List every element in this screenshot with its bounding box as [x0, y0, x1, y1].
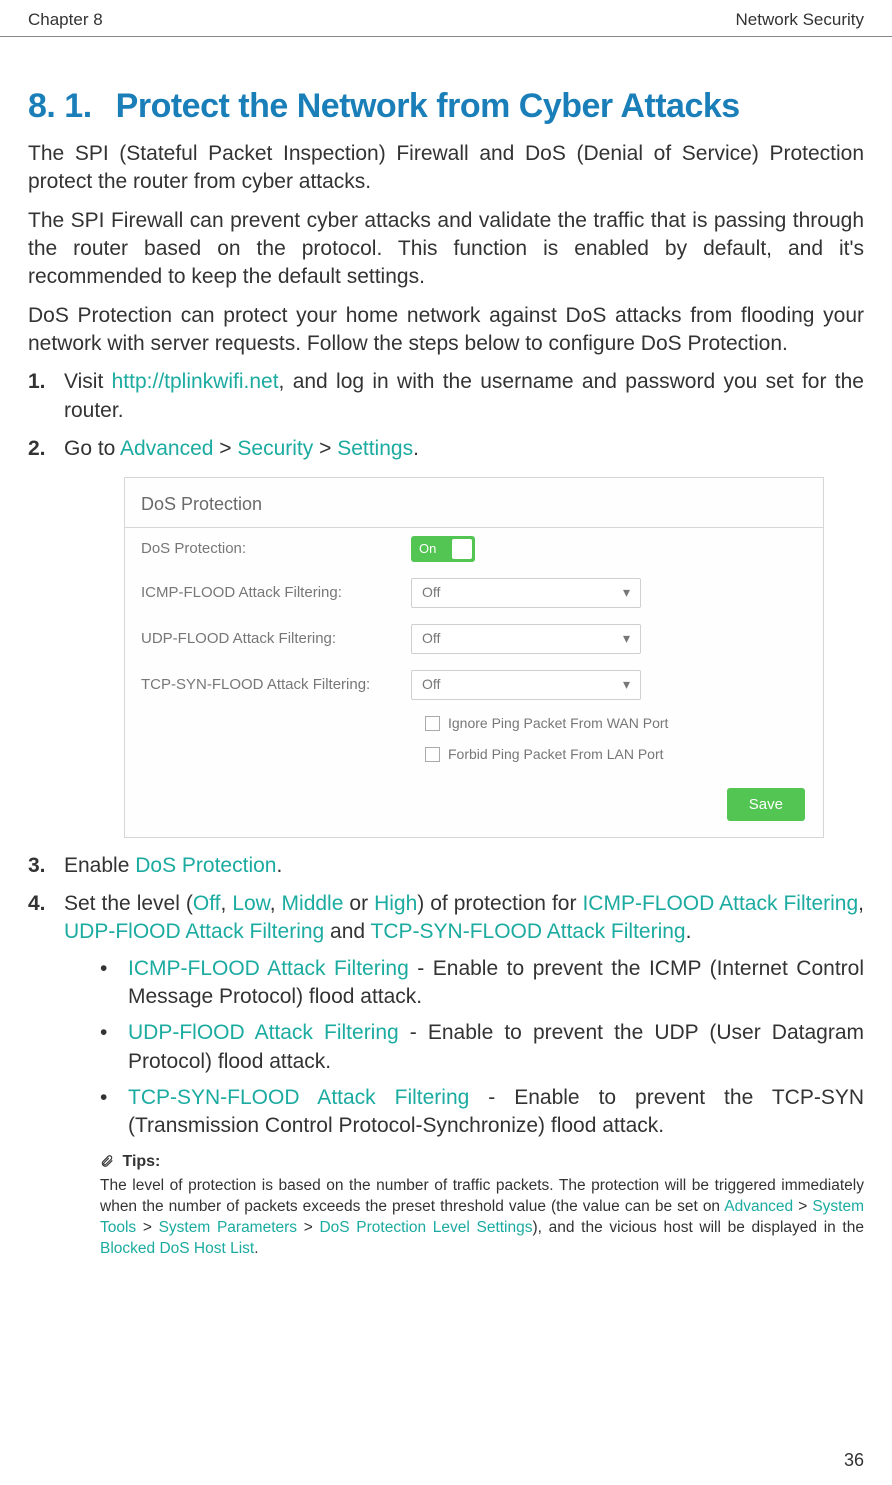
keyword: TCP-SYN-FLOOD Attack Filtering — [371, 920, 686, 943]
step-item: 3. Enable DoS Protection. — [28, 852, 864, 880]
setting-row-udp: UDP-FLOOD Attack Filtering: Off ▾ — [125, 616, 823, 662]
bullet-list: ICMP-FLOOD Attack Filtering - Enable to … — [100, 955, 864, 1141]
step-number: 3. — [28, 852, 46, 880]
header-title: Network Security — [736, 10, 864, 30]
keyword: High — [374, 892, 417, 915]
keyword: ICMP-FLOOD Attack Filtering — [582, 892, 858, 915]
chevron-down-icon: ▾ — [623, 675, 630, 694]
page-content: 8. 1. Protect the Network from Cyber Atta… — [0, 37, 892, 1260]
udp-select[interactable]: Off ▾ — [411, 624, 641, 654]
checkbox-row-wan: Ignore Ping Packet From WAN Port — [125, 708, 823, 739]
list-item: ICMP-FLOOD Attack Filtering - Enable to … — [100, 955, 864, 1012]
select-value: Off — [422, 675, 440, 694]
keyword: Middle — [282, 892, 344, 915]
checkbox-row-lan: Forbid Ping Packet From LAN Port — [125, 739, 823, 770]
tips-block: Tips: The level of protection is based o… — [100, 1151, 864, 1260]
section-heading: 8. 1. Protect the Network from Cyber Atta… — [28, 87, 864, 126]
step-item: 4. Set the level (Off, Low, Middle or Hi… — [28, 890, 864, 1260]
step-number: 1. — [28, 368, 46, 396]
section-title: Protect the Network from Cyber Attacks — [116, 87, 740, 125]
chapter-label: Chapter 8 — [28, 10, 103, 30]
section-number: 8. 1. — [28, 87, 92, 125]
dos-toggle[interactable]: On — [411, 536, 475, 562]
setting-label: DoS Protection: — [141, 539, 411, 559]
nav-keyword: Security — [237, 437, 313, 460]
step-text: Go to — [64, 437, 120, 460]
keyword: UDP-FlOOD Attack Filtering — [128, 1021, 399, 1044]
page-number: 36 — [844, 1450, 864, 1471]
panel-title: DoS Protection — [125, 478, 823, 527]
save-row: Save — [125, 770, 823, 837]
url-link[interactable]: http://tplinkwifi.net — [112, 370, 279, 393]
setting-row-icmp: ICMP-FLOOD Attack Filtering: Off ▾ — [125, 570, 823, 616]
setting-row-tcp: TCP-SYN-FLOOD Attack Filtering: Off ▾ — [125, 662, 823, 708]
dos-protection-panel: DoS Protection DoS Protection: On ICMP-F… — [124, 477, 824, 837]
tips-text: The level of protection is based on the … — [100, 1176, 864, 1260]
step-text: Enable — [64, 854, 135, 877]
keyword: TCP-SYN-FLOOD Attack Filtering — [128, 1086, 469, 1109]
nav-keyword: Advanced — [120, 437, 213, 460]
tcp-select[interactable]: Off ▾ — [411, 670, 641, 700]
page-header: Chapter 8 Network Security — [0, 0, 892, 37]
keyword: Advanced — [724, 1198, 793, 1215]
tips-label-text: Tips: — [122, 1153, 160, 1170]
setting-label: UDP-FLOOD Attack Filtering: — [141, 629, 411, 649]
keyword: DoS Protection — [135, 854, 276, 877]
setting-label: TCP-SYN-FLOOD Attack Filtering: — [141, 675, 411, 695]
paperclip-icon — [100, 1154, 114, 1168]
step-number: 4. — [28, 890, 46, 918]
keyword: System Parameters — [159, 1219, 297, 1236]
keyword: UDP-FlOOD Attack Filtering — [64, 920, 324, 943]
checkbox-label: Forbid Ping Packet From LAN Port — [448, 745, 664, 764]
step-text: Visit — [64, 370, 112, 393]
paragraph: The SPI Firewall can prevent cyber attac… — [28, 207, 864, 292]
nav-keyword: Settings — [337, 437, 413, 460]
steps-list: 1. Visit http://tplinkwifi.net, and log … — [28, 368, 864, 1259]
keyword: DoS Protection Level Settings — [319, 1219, 532, 1236]
select-value: Off — [422, 629, 440, 648]
save-button[interactable]: Save — [727, 788, 805, 821]
wan-checkbox[interactable] — [425, 716, 440, 731]
chevron-down-icon: ▾ — [623, 583, 630, 602]
list-item: TCP-SYN-FLOOD Attack Filtering - Enable … — [100, 1084, 864, 1141]
setting-row-dos: DoS Protection: On — [125, 528, 823, 570]
keyword: Low — [232, 892, 269, 915]
checkbox-label: Ignore Ping Packet From WAN Port — [448, 714, 668, 733]
icmp-select[interactable]: Off ▾ — [411, 578, 641, 608]
chevron-down-icon: ▾ — [623, 629, 630, 648]
paragraph: DoS Protection can protect your home net… — [28, 302, 864, 359]
keyword: Off — [193, 892, 221, 915]
lan-checkbox[interactable] — [425, 747, 440, 762]
tips-label: Tips: — [100, 1151, 864, 1173]
step-item: 2. Go to Advanced > Security > Settings.… — [28, 435, 864, 837]
list-item: UDP-FlOOD Attack Filtering - Enable to p… — [100, 1019, 864, 1076]
setting-label: ICMP-FLOOD Attack Filtering: — [141, 583, 411, 603]
keyword: Blocked DoS Host List — [100, 1240, 254, 1257]
step-number: 2. — [28, 435, 46, 463]
keyword: ICMP-FLOOD Attack Filtering — [128, 957, 409, 980]
select-value: Off — [422, 583, 440, 602]
paragraph: The SPI (Stateful Packet Inspection) Fir… — [28, 140, 864, 197]
step-item: 1. Visit http://tplinkwifi.net, and log … — [28, 368, 864, 425]
